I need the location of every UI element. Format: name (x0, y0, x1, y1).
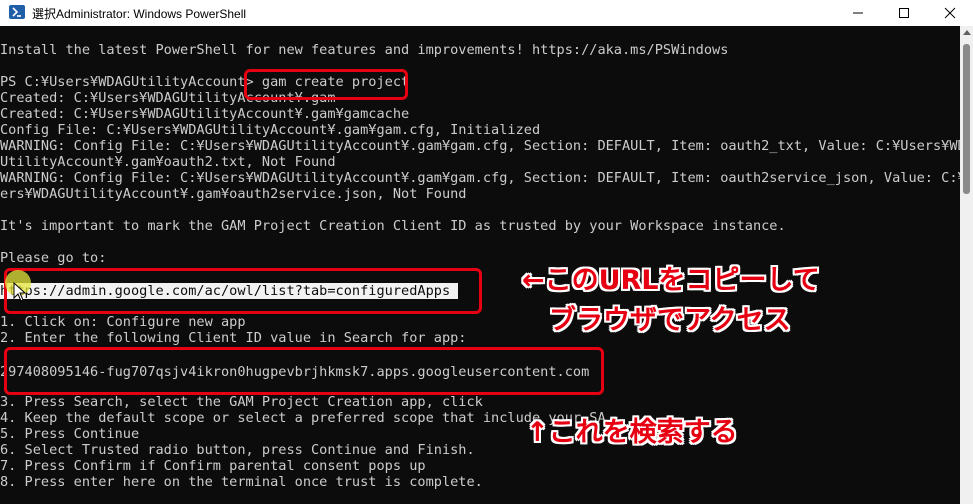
annotation-search-this: ↑これを検索する (526, 417, 738, 448)
console-line: 3. Press Search, select the GAM Project … (0, 394, 483, 410)
vertical-scrollbar[interactable] (960, 26, 973, 504)
mouse-cursor-icon (13, 282, 27, 302)
powershell-icon (9, 5, 25, 19)
close-button[interactable] (927, 0, 973, 26)
console-line: 5. Press Continue (0, 426, 140, 442)
console-line: 1. Click on: Configure new app (0, 314, 246, 330)
console-line: 2. Enter the following Client ID value i… (0, 330, 467, 346)
annotation-copy-url: ←このURLをコピーして (522, 265, 820, 296)
client-id-highlight-box (4, 347, 604, 395)
url-highlight-box (4, 268, 482, 314)
console-line: WARNING: Config File: C:¥Users¥WDAGUtili… (0, 170, 960, 186)
console-line: ers¥WDAGUtilityAccount¥.gam¥oauth2servic… (0, 186, 467, 202)
close-icon (944, 7, 956, 19)
console-line: Config File: C:¥Users¥WDAGUtilityAccount… (0, 122, 541, 138)
console-line: WARNING: Config File: C:¥Users¥WDAGUtili… (0, 138, 960, 154)
annotation-open-browser: ブラウザでアクセス (549, 305, 791, 336)
minimize-button[interactable] (835, 0, 881, 26)
command-highlight-box (244, 69, 408, 100)
console-line: 8. Press enter here on the terminal once… (0, 474, 483, 490)
console-line: UtilityAccount¥.gam¥oauth2.txt, Not Foun… (0, 154, 336, 170)
window-titlebar[interactable]: 選択Administrator: Windows PowerShell (0, 0, 973, 26)
scroll-thumb[interactable] (963, 44, 970, 194)
console-line: Please go to: (0, 250, 107, 266)
console-line: Install the latest PowerShell for new fe… (0, 42, 729, 58)
scroll-up-icon[interactable] (963, 30, 971, 35)
console-line: 4. Keep the default scope or select a pr… (0, 410, 606, 426)
console-line: 6. Select Trusted radio button, press Co… (0, 442, 475, 458)
console-line: 7. Press Confirm if Confirm parental con… (0, 458, 426, 474)
window-title: 選択Administrator: Windows PowerShell (32, 7, 247, 21)
minimize-icon (853, 12, 863, 14)
maximize-button[interactable] (881, 0, 927, 26)
console-line: Created: C:¥Users¥WDAGUtilityAccount¥.ga… (0, 106, 410, 122)
console-line: It's important to mark the GAM Project C… (0, 218, 786, 234)
maximize-icon (899, 8, 909, 18)
